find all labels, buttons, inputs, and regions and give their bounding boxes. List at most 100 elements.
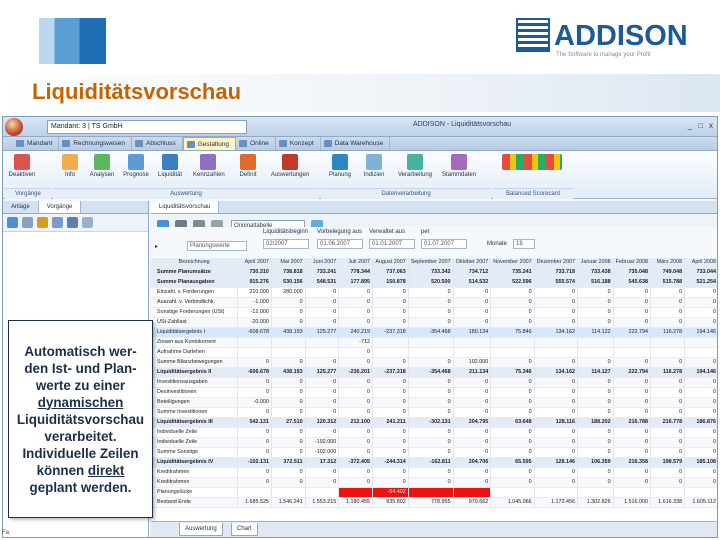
value-cell[interactable]: 0 [534, 467, 578, 479]
column-header-month[interactable]: Januar 2008 [577, 258, 614, 269]
column-header-month[interactable]: September 2007 [408, 258, 454, 269]
value-cell[interactable]: 522.596 [490, 277, 535, 289]
value-cell[interactable]: 198.579 [650, 457, 686, 469]
value-cell[interactable] [534, 347, 578, 359]
value-cell[interactable]: 194.146 [684, 327, 717, 339]
value-cell[interactable] [650, 337, 686, 349]
value-cell[interactable]: 0 [338, 357, 373, 369]
ribbon-button-deaktiven[interactable]: Deaktiven [7, 153, 37, 187]
value-cell[interactable]: 0 [613, 377, 651, 389]
table-row[interactable]: Sonstige Forderungen (USt) -12.000 0 0 0 0 0 0 0… [151, 307, 717, 319]
value-cell[interactable]: -102.000 [305, 447, 340, 459]
column-header-month[interactable]: Juni 2007 [305, 258, 340, 269]
value-cell[interactable]: 0 [684, 437, 717, 449]
ribbon-button-planung[interactable]: Planung [325, 153, 355, 187]
ribbon-button-liquiditaet[interactable]: Liquidität [155, 153, 185, 187]
value-cell[interactable]: 0 [613, 427, 651, 439]
value-cell[interactable]: 0 [650, 467, 686, 479]
value-cell[interactable]: -244.314 [372, 457, 409, 469]
ribbon-button-analysen[interactable]: Analysen [87, 153, 117, 187]
value-cell[interactable]: 0 [650, 287, 686, 299]
value-cell[interactable]: 0 [305, 467, 340, 479]
value-cell[interactable]: 65.595 [490, 457, 535, 469]
value-cell[interactable]: 240.219 [338, 327, 373, 339]
value-cell[interactable]: 0 [577, 317, 614, 329]
value-cell[interactable] [237, 337, 272, 349]
value-cell[interactable]: 0 [453, 317, 492, 329]
ribbon-button-verarbeitung[interactable]: Verarbeitung [393, 153, 437, 187]
value-cell[interactable] [271, 347, 306, 359]
value-cell[interactable] [490, 337, 535, 349]
value-cell[interactable]: 0 [408, 307, 454, 319]
value-cell[interactable]: 204.706 [453, 457, 492, 469]
tab-mandant[interactable]: Mandant [13, 137, 60, 150]
value-cell[interactable]: 17.312 [305, 457, 340, 469]
value-cell[interactable]: 438.193 [271, 327, 306, 339]
value-cell[interactable]: 778.344 [338, 267, 373, 279]
value-cell[interactable]: 0 [534, 447, 578, 459]
value-cell[interactable]: 0 [650, 427, 686, 439]
value-cell[interactable]: 186.876 [684, 417, 717, 429]
value-cell[interactable]: 0 [305, 317, 340, 329]
monate-field[interactable]: 18 [513, 239, 535, 249]
value-cell[interactable] [453, 337, 492, 349]
value-cell[interactable]: -354.468 [408, 367, 454, 379]
value-cell[interactable] [577, 347, 614, 359]
value-cell[interactable]: 0 [577, 377, 614, 389]
value-cell[interactable]: 0 [271, 477, 306, 489]
value-cell[interactable]: 733.342 [408, 267, 454, 279]
value-cell[interactable]: 0 [534, 437, 578, 449]
value-cell[interactable]: 516.188 [577, 277, 614, 289]
table-row[interactable]: USt-Zahllast -20.000 0 0 0 0 0 0 0 0 0 0 0 0 [151, 317, 717, 329]
value-cell[interactable]: 0 [534, 297, 578, 309]
value-cell[interactable]: -712 [338, 337, 373, 349]
value-cell[interactable]: 0 [490, 427, 535, 439]
value-cell[interactable]: 0 [613, 357, 651, 369]
value-cell[interactable]: 0 [408, 477, 454, 489]
value-cell[interactable]: 515.788 [650, 277, 686, 289]
table-row[interactable]: Auszahl. v. Verbindlichk. -1.000 0 0 0 0 0 0 0 0 0… [151, 297, 717, 309]
value-cell[interactable]: 0 [338, 407, 373, 419]
table-row[interactable]: Summe Sonstige 0 0 -102.000 0 0 0 0 0 0 0 0 0 0 [151, 447, 717, 459]
value-cell[interactable]: 0 [534, 477, 578, 489]
app-menu-orb-icon[interactable] [5, 118, 23, 136]
value-cell[interactable]: 63.648 [490, 417, 535, 429]
value-cell[interactable]: 125.277 [305, 327, 340, 339]
table-row[interactable]: Desinvestitionen 0 0 0 0 0 0 0 0 0 0 0 0 0 [151, 387, 717, 399]
table-row[interactable]: Kreditrahmen 0 0 0 0 0 0 0 0 0 0 0 0 0 [151, 477, 717, 489]
value-cell[interactable]: -20.000 [237, 317, 272, 329]
value-cell[interactable]: 0 [613, 307, 651, 319]
value-cell[interactable]: 0 [271, 397, 306, 409]
value-cell[interactable] [613, 487, 651, 499]
value-cell[interactable]: 0 [577, 287, 614, 299]
value-cell[interactable]: -12.000 [237, 307, 272, 319]
value-cell[interactable]: 0 [490, 407, 535, 419]
table-row[interactable]: Zinsen aus Kontokorrent -712 [151, 337, 717, 349]
value-cell[interactable]: 0 [613, 407, 651, 419]
value-cell[interactable]: 0 [453, 447, 492, 459]
value-cell[interactable]: 0 [453, 307, 492, 319]
value-cell[interactable]: 0 [338, 477, 373, 489]
value-cell[interactable]: 0 [338, 317, 373, 329]
vorgabe-field[interactable]: 01.06.2007 [317, 239, 363, 249]
value-cell[interactable] [237, 487, 272, 499]
ribbon-button-auswertungen[interactable]: Auswertungen [265, 153, 315, 187]
value-cell[interactable]: -237.318 [372, 367, 409, 379]
value-cell[interactable]: 0 [338, 287, 373, 299]
value-cell[interactable] [613, 337, 651, 349]
value-cell[interactable] [408, 337, 454, 349]
value-cell[interactable]: 216.788 [613, 417, 651, 429]
table-row[interactable]: Individuelle Zeile 0 0 -192.000 0 0 0 0 0 0 0 0 0 0 [151, 437, 717, 449]
value-cell[interactable]: 733.241 [305, 267, 340, 279]
value-cell[interactable]: 0 [271, 317, 306, 329]
value-cell[interactable]: 0 [408, 427, 454, 439]
value-cell[interactable]: 0 [271, 407, 306, 419]
value-cell[interactable]: 185.108 [684, 457, 717, 469]
value-cell[interactable]: 733.044 [684, 267, 717, 279]
column-header-month[interactable]: August 2007 [372, 258, 409, 269]
value-cell[interactable]: 0 [305, 407, 340, 419]
value-cell[interactable]: 75.346 [490, 367, 535, 379]
value-cell[interactable]: 0 [453, 377, 492, 389]
value-cell[interactable]: 0 [237, 467, 272, 479]
value-cell[interactable]: 0 [490, 397, 535, 409]
